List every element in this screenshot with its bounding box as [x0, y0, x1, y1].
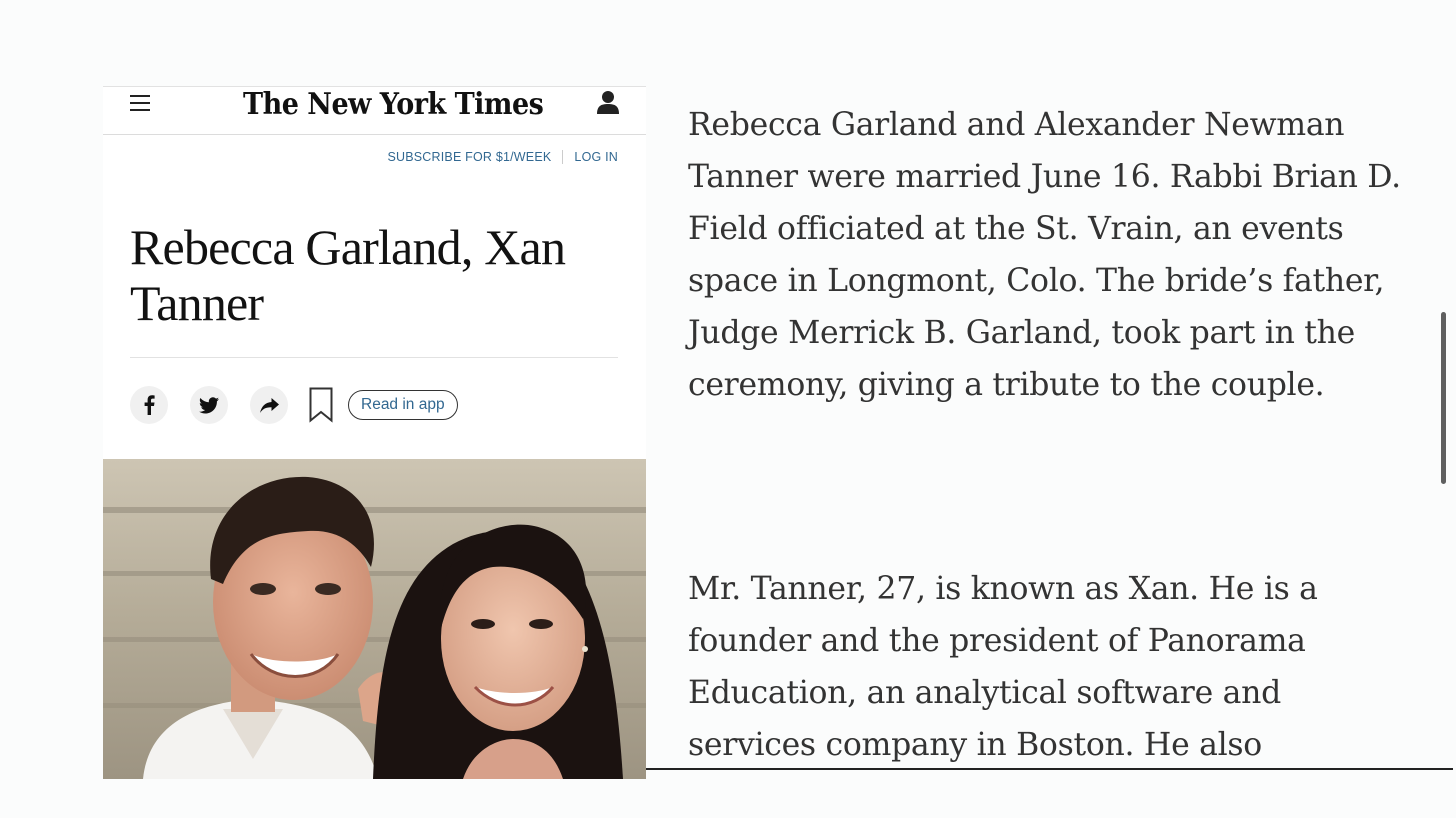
more-share-button[interactable]	[250, 386, 288, 424]
nyt-logo[interactable]: The New York Times	[243, 86, 544, 123]
login-link[interactable]: LOG IN	[574, 150, 618, 164]
subscribe-link[interactable]: SUBSCRIBE FOR $1/WEEK	[387, 150, 551, 164]
couple-photo	[103, 459, 646, 779]
hamburger-menu-icon[interactable]	[130, 95, 150, 111]
scrollbar-thumb[interactable]	[1441, 312, 1446, 484]
twitter-share-button[interactable]	[190, 386, 228, 424]
share-tools: Read in app	[130, 386, 458, 424]
read-in-app-button[interactable]: Read in app	[348, 390, 458, 420]
share-arrow-icon	[259, 397, 279, 413]
save-bookmark-button[interactable]	[308, 386, 334, 424]
user-account-icon[interactable]	[597, 90, 619, 114]
facebook-share-button[interactable]	[130, 386, 168, 424]
divider	[562, 150, 564, 164]
article-body: Rebecca Garland and Alexander Newman Tan…	[646, 86, 1436, 769]
twitter-icon	[199, 396, 219, 413]
article-headline: Rebecca Garland, Xan Tanner	[130, 219, 566, 331]
subscribe-bar: SUBSCRIBE FOR $1/WEEK LOG IN	[387, 150, 618, 164]
site-header: The New York Times	[103, 86, 646, 135]
mobile-article-view: The New York Times SUBSCRIBE FOR $1/WEEK…	[103, 86, 646, 779]
bottom-border	[646, 768, 1453, 770]
headline-divider	[130, 357, 618, 358]
article-paragraph: Mr. Tanner, 27, is known as Xan. He is a…	[688, 571, 1318, 763]
bookmark-icon	[309, 387, 333, 423]
article-paragraph: Rebecca Garland and Alexander Newman Tan…	[688, 107, 1401, 403]
facebook-icon	[144, 395, 155, 415]
